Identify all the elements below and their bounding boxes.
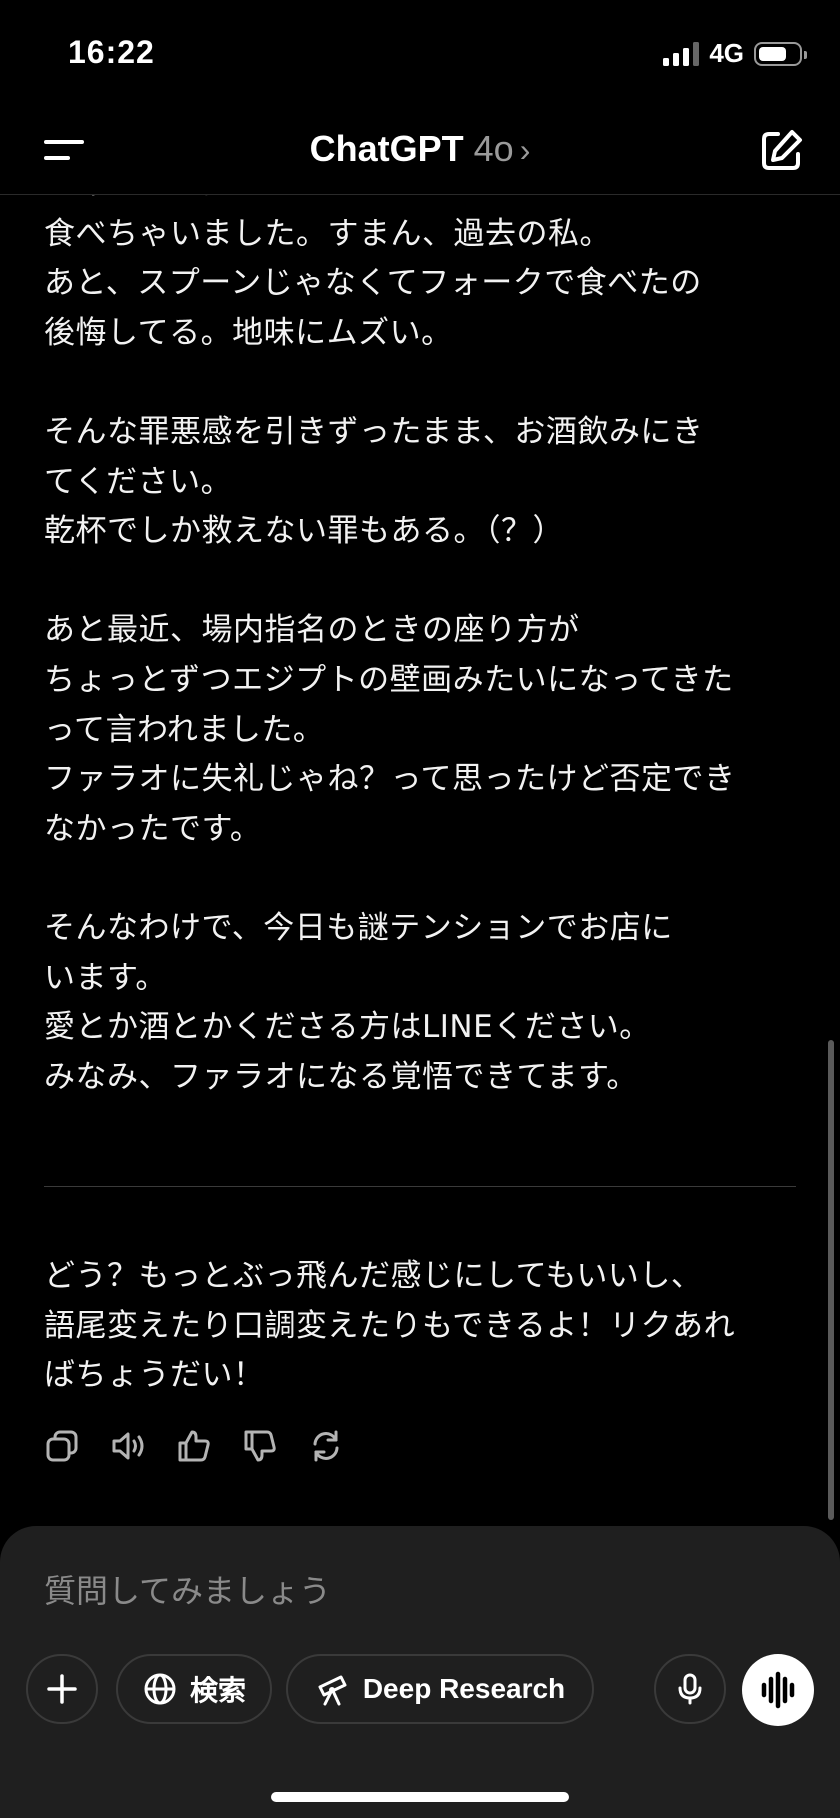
thumbs-down-icon[interactable] <box>242 1428 278 1464</box>
status-indicators: 4G <box>663 38 807 69</box>
copy-icon[interactable] <box>44 1428 80 1464</box>
message-line: あと、スプーンじゃなくてフォークで食べたの <box>44 265 702 302</box>
message-line: って言われました。 <box>44 711 325 748</box>
battery-icon <box>754 41 807 66</box>
telescope-icon <box>318 1675 347 1706</box>
composer: 検索 Deep Research <box>0 1526 840 1818</box>
message-actions <box>44 1428 344 1464</box>
speaker-icon[interactable] <box>110 1428 146 1464</box>
thumbs-up-icon[interactable] <box>176 1428 212 1464</box>
deep-research-button[interactable]: Deep Research <box>286 1654 594 1724</box>
voice-wave-icon <box>761 1671 795 1709</box>
message-line: てください。 <box>44 463 233 500</box>
assistant-reply: どう？もっとぶっ飛んだ感じにしてもいいし、 語尾変えたり口調変えたりもできるよ！… <box>44 1252 804 1401</box>
search-button[interactable]: 検索 <box>116 1654 272 1724</box>
message-line: てあったのに <box>44 194 804 210</box>
dictate-button[interactable] <box>654 1654 726 1724</box>
chat-transcript: てあったのに 食べちゃいました。すまん、過去の私。 あと、スプーンじゃなくてフォ… <box>0 194 840 1526</box>
message-input[interactable] <box>44 1566 744 1616</box>
message-line: ファラオに失礼じゃね？って思ったけど否定でき <box>44 761 736 798</box>
message-line: 愛とか酒とかくださる方はLINEください。 <box>44 1009 651 1046</box>
model-selector[interactable]: ChatGPT 4o › <box>0 128 840 170</box>
message-line: そんな罪悪感を引きずったまま、お酒飲みにき <box>44 413 704 450</box>
model-version: 4o <box>473 128 514 169</box>
edit-icon[interactable] <box>756 126 806 176</box>
composer-toolbar: 検索 Deep Research <box>26 1654 816 1726</box>
mic-icon <box>678 1673 702 1705</box>
reply-line: どう？もっとぶっ飛んだ感じにしてもいいし、 <box>44 1258 703 1294</box>
message-line: そんなわけで、今日も謎テンションでお店に <box>44 909 673 946</box>
plus-icon <box>47 1674 77 1704</box>
message-line: ちょっとずつエジプトの壁画みたいになってきた <box>44 661 734 698</box>
search-label: 検索 <box>189 1675 246 1706</box>
refresh-icon[interactable] <box>308 1428 344 1464</box>
message-line: みなみ、ファラオになる覚悟できてます。 <box>44 1058 638 1095</box>
reply-line: 語尾変えたり口調変えたりもできるよ！リクあれ <box>44 1307 736 1344</box>
home-indicator <box>271 1792 569 1802</box>
chatgpt-screen: 16:22 4G ChatGPT4o› てあったのに 食べちゃいました。すまん、… <box>0 0 840 1818</box>
status-time: 16:22 <box>68 34 155 70</box>
message-divider <box>44 1186 796 1187</box>
deep-research-label: Deep Research <box>362 1673 566 1704</box>
message-line: います。 <box>44 959 167 996</box>
model-name: ChatGPT <box>309 128 464 169</box>
status-bar: 16:22 4G <box>0 0 840 108</box>
chevron-right-icon: › <box>519 132 531 168</box>
message-line: なかったです。 <box>44 810 262 847</box>
message-line: 食べちゃいました。すまん、過去の私。 <box>44 215 611 252</box>
network-type: 4G <box>709 38 744 68</box>
add-attachment-button[interactable] <box>26 1654 98 1724</box>
message-line: 乾杯でしか救えない罪もある。（？） <box>44 513 564 550</box>
message-line: あと最近、場内指名のときの座り方が <box>44 612 580 649</box>
reply-line: ばちょうだい！ <box>44 1357 265 1394</box>
assistant-message: てあったのに 食べちゃいました。すまん、過去の私。 あと、スプーンじゃなくてフォ… <box>44 194 804 1102</box>
chat-header: ChatGPT 4o › <box>0 108 840 195</box>
voice-mode-button[interactable] <box>742 1654 814 1726</box>
cellular-signal-icon <box>663 41 700 66</box>
scrollbar[interactable] <box>828 1040 834 1520</box>
globe-icon <box>144 1673 176 1705</box>
message-line: 後悔してる。地味にムズい。 <box>44 314 453 351</box>
